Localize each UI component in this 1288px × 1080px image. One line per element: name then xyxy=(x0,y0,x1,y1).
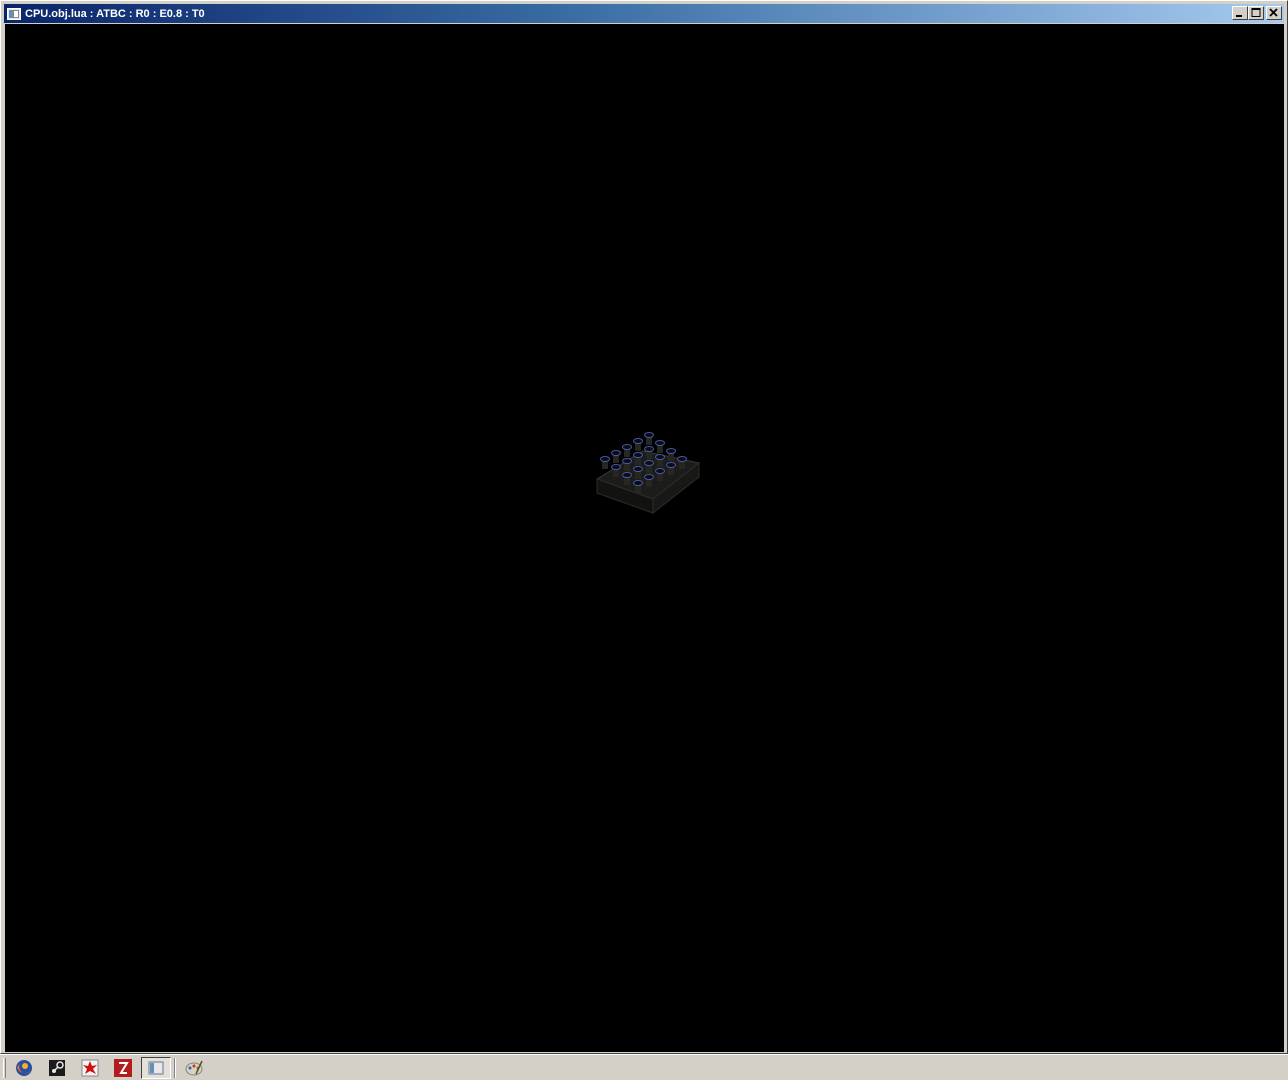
cpu-node-ring xyxy=(622,458,632,464)
close-button[interactable] xyxy=(1266,6,1282,20)
cpu-node-ring xyxy=(633,452,643,458)
cpu-node-ring xyxy=(666,448,676,454)
taskbar-firefox[interactable] xyxy=(9,1057,39,1079)
taskbar-window-app[interactable] xyxy=(141,1056,171,1079)
maximize-button[interactable] xyxy=(1248,6,1264,20)
window-title: CPU.obj.lua : ATBC : R0 : E0.8 : T0 xyxy=(25,7,205,20)
filezilla-icon xyxy=(114,1058,132,1077)
cpu-node-ring xyxy=(644,432,654,438)
taskbar-grip[interactable] xyxy=(3,1057,6,1078)
cpu-node-ring xyxy=(622,444,632,450)
cpu-node-ring xyxy=(633,466,643,472)
window-app-icon xyxy=(148,1061,164,1074)
window-controls xyxy=(1232,6,1282,20)
minimize-button[interactable] xyxy=(1232,6,1248,20)
cpu-node-ring xyxy=(677,456,687,462)
cpu-node-ring xyxy=(600,456,610,462)
render-viewport[interactable] xyxy=(5,24,1284,1052)
cpu-node-ring xyxy=(633,480,643,486)
cpu-node-ring xyxy=(611,450,621,456)
cpu-model xyxy=(595,432,701,515)
taskbar-separator xyxy=(174,1057,176,1078)
cpu-node-ring xyxy=(655,440,665,446)
taskbar-filezilla[interactable] xyxy=(108,1057,138,1079)
title-bar[interactable]: CPU.obj.lua : ATBC : R0 : E0.8 : T0 xyxy=(4,4,1284,23)
close-icon xyxy=(1269,8,1278,17)
taskbar-paint[interactable] xyxy=(179,1057,209,1079)
cpu-node-ring xyxy=(622,472,632,478)
cpu-node-ring xyxy=(666,462,676,468)
cpu-node-ring xyxy=(655,468,665,474)
minimize-icon xyxy=(1236,15,1242,17)
taskbar-steam[interactable] xyxy=(42,1057,72,1079)
app-window: CPU.obj.lua : ATBC : R0 : E0.8 : T0 xyxy=(0,0,1288,1054)
firefox-icon xyxy=(16,1059,32,1076)
paint-icon xyxy=(185,1060,203,1075)
cpu-node-ring xyxy=(644,446,654,452)
taskbar-splash-app[interactable] xyxy=(75,1057,105,1079)
cpu-node-ring xyxy=(611,464,621,470)
maximize-icon xyxy=(1251,8,1261,17)
app-window-icon[interactable] xyxy=(7,7,21,20)
steam-icon xyxy=(49,1059,65,1076)
cpu-node-ring xyxy=(644,460,654,466)
cpu-node-ring xyxy=(655,454,665,460)
cpu-node-ring xyxy=(633,438,643,444)
taskbar xyxy=(0,1054,1288,1080)
splash-app-icon xyxy=(81,1059,99,1076)
cpu-node-ring xyxy=(644,474,654,480)
